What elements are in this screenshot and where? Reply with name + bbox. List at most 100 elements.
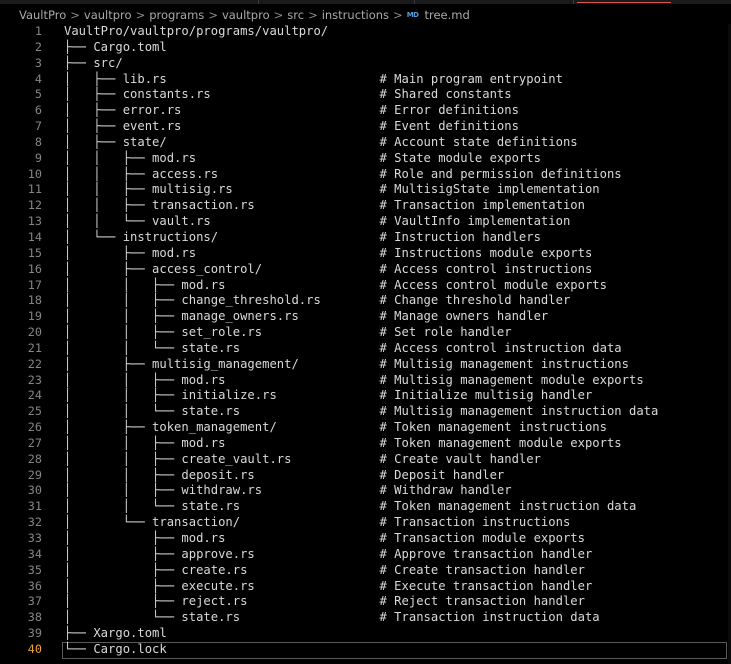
editor-line[interactable]: 15 │ ├── mod.rs # Instructions module exp…	[0, 246, 731, 262]
editor-line[interactable]: 40 └── Cargo.lock	[0, 641, 731, 659]
line-number: 10	[27, 166, 42, 181]
editor-line[interactable]: 11 │ │ ├── multisig.rs # MultisigState im…	[0, 182, 731, 198]
breadcrumb-file[interactable]: tree.md	[424, 8, 469, 22]
line-text: │ ├── access_control/ # Access control i…	[64, 261, 593, 276]
line-number: 27	[27, 435, 42, 450]
editor-line[interactable]: 7 │ ├── event.rs # Event definitions	[0, 119, 731, 135]
editor-line[interactable]: 20 │ │ ├── set_role.rs # Set role handler	[0, 325, 731, 341]
breadcrumb-item[interactable]: instructions	[322, 8, 389, 22]
line-text: │ │ ├── create_vault.rs # Create vault h…	[64, 451, 541, 466]
editor-line[interactable]: 33 │ ├── mod.rs # Transaction module expo…	[0, 531, 731, 547]
breadcrumb-separator: >	[308, 8, 318, 22]
line-text: ├── Cargo.toml	[64, 39, 167, 54]
line-number: 39	[27, 626, 42, 641]
editor-line[interactable]: 16 │ ├── access_control/ # Access control…	[0, 262, 731, 278]
line-number: 8	[34, 134, 42, 149]
line-number: 38	[27, 610, 42, 625]
line-number: 19	[27, 309, 42, 324]
editor-line[interactable]: 32 │ └── transaction/ # Transaction instr…	[0, 515, 731, 531]
line-number: 35	[27, 562, 42, 577]
line-text: │ │ ├── deposit.rs # Deposit handler	[64, 467, 505, 482]
breadcrumb-item[interactable]: VaultPro	[19, 8, 66, 22]
code-editor[interactable]: 1 VaultPro/vaultpro/programs/vaultpro/2 ├─…	[0, 24, 731, 664]
markdown-file-icon: MD	[406, 11, 419, 19]
tab-strip	[0, 0, 731, 4]
line-text: │ │ ├── access.rs # Role and permission …	[64, 166, 622, 181]
editor-line[interactable]: 23 │ │ ├── mod.rs # Multisig management m…	[0, 373, 731, 389]
editor-line[interactable]: 36 │ ├── execute.rs # Execute transaction…	[0, 579, 731, 595]
editor-line[interactable]: 26 │ ├── token_management/ # Token manage…	[0, 420, 731, 436]
line-number: 2	[34, 39, 42, 54]
line-text: │ │ └── vault.rs # VaultInfo implementat…	[64, 214, 571, 229]
line-text: │ ├── constants.rs # Shared constants	[64, 87, 512, 102]
active-tab-indicator[interactable]	[577, 0, 671, 3]
line-text: │ │ ├── mod.rs # State module exports	[64, 150, 541, 165]
line-number: 34	[27, 546, 42, 561]
line-text: ├── src/	[64, 55, 123, 70]
editor-line[interactable]: 12 │ │ ├── transaction.rs # Transaction i…	[0, 198, 731, 214]
editor-line[interactable]: 35 │ ├── create.rs # Create transaction h…	[0, 563, 731, 579]
line-text: │ ├── reject.rs # Reject transaction han…	[64, 594, 585, 609]
line-number: 16	[27, 261, 42, 276]
editor-line[interactable]: 8 │ ├── state/ # Account state definition…	[0, 135, 731, 151]
editor-line[interactable]: 24 │ │ ├── initialize.rs # Initialize mul…	[0, 388, 731, 404]
line-text: │ ├── token_management/ # Token manageme…	[64, 420, 607, 435]
editor-line[interactable]: 31 │ │ └── state.rs # Token management in…	[0, 499, 731, 515]
line-number: 15	[27, 245, 42, 260]
editor-line[interactable]: 19 │ │ ├── manage_owners.rs # Manage owne…	[0, 309, 731, 325]
line-text: │ └── state.rs # Transaction instruction…	[64, 610, 600, 625]
editor-line[interactable]: 25 │ │ └── state.rs # Multisig management…	[0, 404, 731, 420]
editor-line[interactable]: 29 │ │ ├── deposit.rs # Deposit handler	[0, 468, 731, 484]
editor-line[interactable]: 10 │ │ ├── access.rs # Role and permissio…	[0, 167, 731, 183]
editor-line[interactable]: 6 │ ├── error.rs # Error definitions	[0, 103, 731, 119]
line-number: 17	[27, 277, 42, 292]
line-number: 7	[34, 119, 42, 134]
editor-line[interactable]: 1 VaultPro/vaultpro/programs/vaultpro/	[0, 24, 731, 40]
editor-line[interactable]: 17 │ │ ├── mod.rs # Access control module…	[0, 278, 731, 294]
line-text: │ ├── error.rs # Error definitions	[64, 103, 519, 118]
line-number: 3	[34, 55, 42, 70]
breadcrumb-separator: >	[208, 8, 218, 22]
editor-line[interactable]: 28 │ │ ├── create_vault.rs # Create vault…	[0, 452, 731, 468]
editor-line[interactable]: 5 │ ├── constants.rs # Shared constants	[0, 87, 731, 103]
line-text: │ └── transaction/ # Transaction instruc…	[64, 515, 571, 530]
line-text: │ │ ├── set_role.rs # Set role handler	[64, 325, 512, 340]
editor-line[interactable]: 27 │ │ ├── mod.rs # Token management modu…	[0, 436, 731, 452]
line-text: │ ├── create.rs # Create transaction han…	[64, 562, 585, 577]
editor-line[interactable]: 9 │ │ ├── mod.rs # State module exports	[0, 151, 731, 167]
editor-line[interactable]: 30 │ │ ├── withdraw.rs # Withdraw handler	[0, 483, 731, 499]
editor-line[interactable]: 4 │ ├── lib.rs # Main program entrypoint	[0, 72, 731, 88]
line-number: 21	[27, 340, 42, 355]
breadcrumb-separator: >	[135, 8, 146, 22]
editor-line[interactable]: 3 ├── src/	[0, 56, 731, 72]
line-number: 31	[27, 499, 42, 514]
editor-line[interactable]: 39 ├── Xargo.toml	[0, 626, 731, 642]
line-number: 29	[27, 467, 42, 482]
line-text: │ │ ├── withdraw.rs # Withdraw handler	[64, 483, 512, 498]
editor-line[interactable]: 14 │ └── instructions/ # Instruction hand…	[0, 230, 731, 246]
line-text: └── Cargo.lock	[64, 641, 167, 656]
breadcrumb-item[interactable]: vaultpro	[84, 8, 132, 22]
editor-line[interactable]: 13 │ │ └── vault.rs # VaultInfo implement…	[0, 214, 731, 230]
editor-line[interactable]: 2 ├── Cargo.toml	[0, 40, 731, 56]
line-number: 26	[27, 420, 42, 435]
editor-line[interactable]: 37 │ ├── reject.rs # Reject transaction h…	[0, 594, 731, 610]
breadcrumb-item[interactable]: programs	[149, 8, 204, 22]
editor-line[interactable]: 38 │ └── state.rs # Transaction instructi…	[0, 610, 731, 626]
editor-line[interactable]: 21 │ │ └── state.rs # Access control inst…	[0, 341, 731, 357]
line-text: │ ├── event.rs # Event definitions	[64, 119, 519, 134]
breadcrumb-item[interactable]: vaultpro	[222, 8, 270, 22]
editor-line[interactable]: 34 │ ├── approve.rs # Approve transaction…	[0, 547, 731, 563]
line-text: │ │ ├── manage_owners.rs # Manage owners…	[64, 309, 549, 324]
line-text: │ │ ├── multisig.rs # MultisigState impl…	[64, 182, 600, 197]
editor-line[interactable]: 22 │ ├── multisig_management/ # Multisig …	[0, 357, 731, 373]
line-number: 40	[27, 641, 42, 656]
breadcrumb-item[interactable]: src	[287, 8, 304, 22]
line-text: │ ├── execute.rs # Execute transaction h…	[64, 578, 593, 593]
line-text: │ │ ├── mod.rs # Access control module e…	[64, 277, 607, 292]
line-text: │ ├── state/ # Account state definitions	[64, 134, 578, 149]
line-text: │ │ ├── initialize.rs # Initialize multi…	[64, 388, 593, 403]
editor-line[interactable]: 18 │ │ ├── change_threshold.rs # Change t…	[0, 293, 731, 309]
breadcrumb-separator: >	[273, 8, 284, 22]
line-text: │ ├── multisig_management/ # Multisig ma…	[64, 356, 629, 371]
